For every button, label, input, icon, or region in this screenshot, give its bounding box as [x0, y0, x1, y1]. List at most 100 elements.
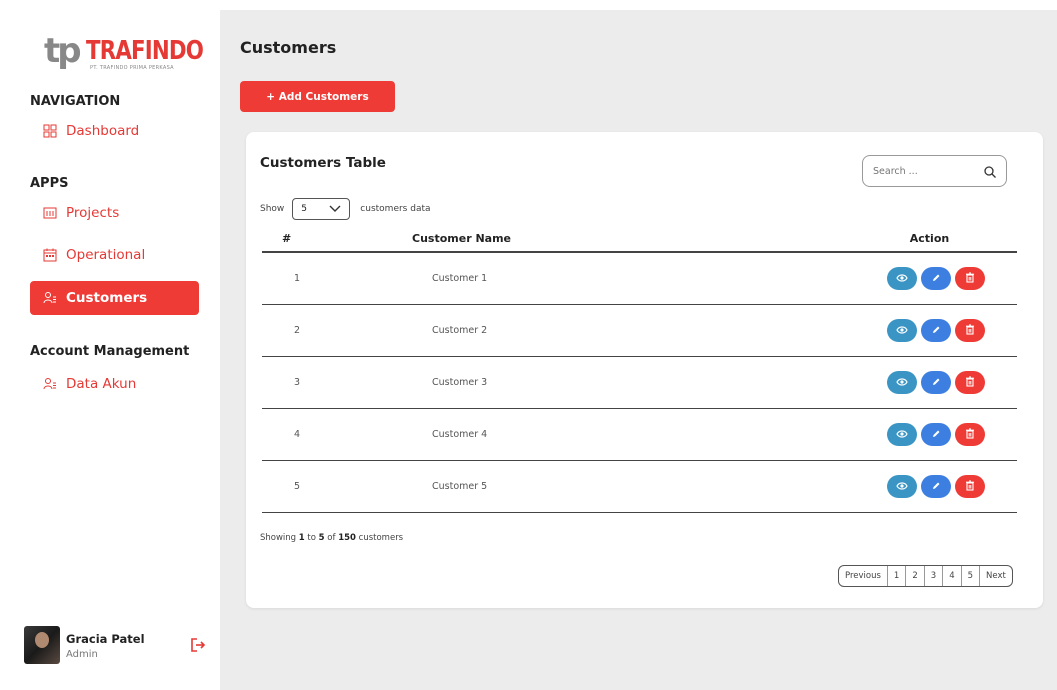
pagination-page-2[interactable]: 2	[906, 566, 925, 586]
trash-icon	[965, 427, 975, 442]
showing-to: 5	[318, 533, 325, 543]
chevron-down-icon	[329, 205, 341, 213]
eye-icon	[896, 427, 908, 442]
sidebar-item-projects[interactable]: Projects	[30, 196, 199, 230]
showing-total: 150	[338, 533, 356, 543]
pencil-icon	[931, 375, 941, 390]
sidebar-item-customers[interactable]: Customers	[30, 281, 199, 315]
sidebar-item-label: Dashboard	[66, 123, 140, 139]
row-number: 2	[262, 304, 302, 357]
logo-mark: tp	[44, 31, 82, 71]
edit-button[interactable]	[921, 422, 951, 446]
edit-button[interactable]	[921, 474, 951, 498]
customer-name-cell: Customer 4	[302, 408, 862, 461]
calendar-icon	[42, 247, 58, 263]
eye-icon	[896, 479, 908, 494]
view-button[interactable]	[887, 422, 917, 446]
table-row: 2 Customer 2	[262, 304, 1017, 357]
edit-button[interactable]	[921, 370, 951, 394]
table-header-row: # Customer Name Action	[262, 226, 1017, 253]
dashboard-icon	[42, 123, 58, 139]
view-button[interactable]	[887, 370, 917, 394]
search-icon[interactable]	[983, 164, 997, 178]
showing-of-word: of	[327, 533, 336, 543]
sidebar-item-label: Projects	[66, 205, 120, 221]
customers-table-card: Customers Table Show 5 customers data	[246, 132, 1043, 608]
table-row: 1 Customer 1	[262, 252, 1017, 305]
trash-icon	[965, 323, 975, 338]
trash-icon	[965, 375, 975, 390]
pagination-previous[interactable]: Previous	[839, 566, 888, 586]
edit-button[interactable]	[921, 318, 951, 342]
users-icon	[42, 376, 58, 392]
delete-button[interactable]	[955, 422, 985, 446]
edit-button[interactable]	[921, 266, 951, 290]
row-actions	[862, 252, 1017, 305]
delete-button[interactable]	[955, 318, 985, 342]
pagination-page-4[interactable]: 4	[943, 566, 962, 586]
main-content: Customers + Add Customers Customers Tabl…	[220, 10, 1057, 690]
row-number: 5	[262, 460, 302, 513]
sidebar-item-data-akun[interactable]: Data Akun	[30, 367, 199, 401]
pencil-icon	[931, 271, 941, 286]
search-input[interactable]	[873, 165, 983, 177]
delete-button[interactable]	[955, 266, 985, 290]
view-button[interactable]	[887, 266, 917, 290]
pagination: Previous 1 2 3 4 5 Next	[838, 565, 1013, 587]
show-suffix: customers data	[360, 204, 431, 214]
user-profile: Gracia Patel Admin	[24, 626, 207, 668]
page-size-control: Show 5 customers data	[260, 198, 431, 220]
showing-suffix: customers	[358, 533, 404, 543]
card-title: Customers Table	[260, 155, 386, 171]
row-actions	[862, 460, 1017, 513]
nav-section-title: NAVIGATION	[30, 94, 121, 109]
showing-prefix: Showing	[260, 533, 297, 543]
projects-icon	[42, 205, 58, 221]
pencil-icon	[931, 427, 941, 442]
pencil-icon	[931, 479, 941, 494]
brand-logo[interactable]: tp TRAFINDO PT. TRAFINDO PRIMA PERKASA	[44, 31, 204, 82]
logout-icon[interactable]	[189, 636, 207, 654]
customer-name-cell: Customer 3	[302, 356, 862, 409]
header-customer-name[interactable]: Customer Name	[302, 226, 862, 253]
app-frame: tp TRAFINDO PT. TRAFINDO PRIMA PERKASA N…	[0, 0, 1057, 690]
avatar[interactable]	[24, 626, 60, 664]
user-name: Gracia Patel	[66, 632, 145, 646]
user-role: Admin	[66, 649, 98, 660]
row-number: 3	[262, 356, 302, 409]
customers-icon	[42, 290, 58, 306]
sidebar: tp TRAFINDO PT. TRAFINDO PRIMA PERKASA N…	[8, 10, 220, 690]
delete-button[interactable]	[955, 474, 985, 498]
sidebar-item-label: Operational	[66, 247, 146, 263]
sidebar-item-label: Customers	[66, 290, 148, 306]
sidebar-item-dashboard[interactable]: Dashboard	[30, 114, 199, 148]
customer-name-cell: Customer 1	[302, 252, 862, 305]
row-number: 4	[262, 408, 302, 461]
row-number: 1	[262, 252, 302, 305]
header-number[interactable]: #	[262, 226, 302, 253]
page-size-value: 5	[301, 204, 308, 214]
table-row: 4 Customer 4	[262, 408, 1017, 461]
pagination-page-1[interactable]: 1	[888, 566, 907, 586]
row-actions	[862, 304, 1017, 357]
showing-to-word: to	[307, 533, 316, 543]
row-actions	[862, 408, 1017, 461]
eye-icon	[896, 375, 908, 390]
search-field[interactable]	[862, 155, 1007, 187]
apps-section-title: APPS	[30, 176, 69, 191]
table-row: 3 Customer 3	[262, 356, 1017, 409]
sidebar-item-operational[interactable]: Operational	[30, 238, 199, 272]
pagination-page-3[interactable]: 3	[925, 566, 944, 586]
view-button[interactable]	[887, 318, 917, 342]
page-size-select[interactable]: 5	[292, 198, 351, 220]
add-customers-button[interactable]: + Add Customers	[240, 81, 395, 112]
view-button[interactable]	[887, 474, 917, 498]
showing-from: 1	[298, 533, 305, 543]
pagination-page-5[interactable]: 5	[962, 566, 981, 586]
sidebar-item-label: Data Akun	[66, 376, 137, 392]
eye-icon	[896, 271, 908, 286]
show-label: Show	[260, 204, 285, 214]
delete-button[interactable]	[955, 370, 985, 394]
pagination-next[interactable]: Next	[980, 566, 1012, 586]
table-row: 5 Customer 5	[262, 460, 1017, 513]
